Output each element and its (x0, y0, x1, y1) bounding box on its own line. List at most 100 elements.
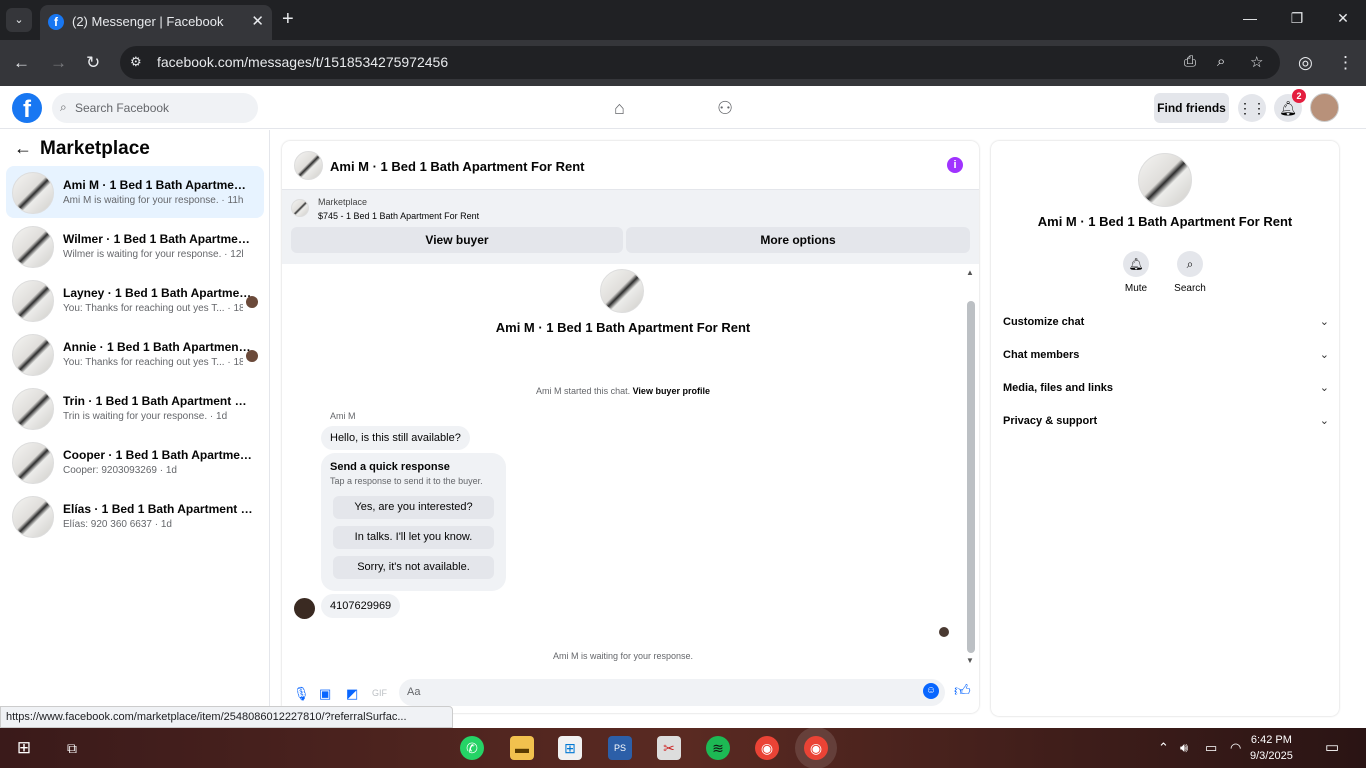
conversation-item[interactable]: Annie · 1 Bed 1 Bath Apartment ... You: T… (6, 328, 264, 380)
message-bubble[interactable]: Hello, is this still available? (321, 426, 470, 450)
close-tab-icon[interactable]: ✕ (251, 12, 264, 30)
new-tab-icon[interactable]: + (282, 8, 294, 30)
home-icon[interactable]: ⌂ (614, 98, 625, 119)
quick-response-in-talks-button[interactable]: In talks. I'll let you know. (333, 526, 494, 549)
battery-icon[interactable]: ▭ (1205, 740, 1217, 756)
chat-title[interactable]: Ami M · 1 Bed 1 Bath Apartment For Rent (330, 159, 584, 174)
message-placeholder: Aa (407, 686, 421, 698)
volume-icon[interactable]: 🔊︎ (1180, 740, 1188, 756)
chat-avatar[interactable] (294, 151, 323, 180)
message-bubble-phone[interactable]: 4107629969 (321, 594, 401, 618)
gif-icon[interactable]: GIF (372, 688, 387, 698)
spotify-icon[interactable]: ≋ (706, 736, 730, 760)
conversation-item[interactable]: Wilmer · 1 Bed 1 Bath Apartment F... Wilm… (6, 220, 264, 272)
bell-icon: 🔔︎ (1123, 251, 1149, 277)
conversation-item[interactable]: Elías · 1 Bed 1 Bath Apartment For ... El… (6, 490, 264, 542)
listing-thumbnail[interactable] (291, 199, 309, 217)
sender-name: Ami M (330, 411, 356, 421)
attach-image-icon[interactable]: ▣ (319, 686, 331, 702)
customize-chat-label: Customize chat (1003, 316, 1085, 328)
message-input[interactable]: Aa ☺ (399, 679, 945, 706)
customize-chat-row[interactable]: Customize chat ⌄ (1003, 307, 1329, 340)
sender-avatar[interactable] (294, 598, 315, 619)
window-close-icon[interactable]: ✕ (1331, 10, 1355, 27)
windows-start-icon[interactable]: ⊞ (12, 736, 36, 760)
browser-tab[interactable]: f (2) Messenger | Facebook ✕ (40, 5, 272, 40)
reload-icon[interactable]: ↻ (86, 53, 100, 73)
install-app-icon[interactable]: ⎙ (1184, 53, 1196, 70)
tray-overflow-icon[interactable]: ⌃ (1158, 740, 1169, 756)
facebook-logo-icon[interactable]: f (12, 93, 42, 123)
profile-icon[interactable]: ◎ (1298, 53, 1313, 73)
chevron-down-icon: ⌄ (1319, 316, 1329, 328)
thumbs-up-icon[interactable]: 👍︎ (954, 682, 971, 701)
conversation-item[interactable]: Trin · 1 Bed 1 Bath Apartment For R... Tr… (6, 382, 264, 434)
conversation-item[interactable]: Ami M · 1 Bed 1 Bath Apartment F... Ami M… (6, 166, 264, 218)
chrome-icon[interactable]: ◉ (755, 736, 779, 760)
quick-response-card: Send a quick response Tap a response to … (321, 453, 506, 591)
microphone-icon[interactable]: 🎙︎ (293, 686, 310, 702)
search-placeholder: Search Facebook (75, 101, 170, 115)
back-icon[interactable]: ← (13, 53, 30, 73)
more-options-button[interactable]: More options (626, 227, 970, 253)
chevron-down-icon: ⌄ (1319, 415, 1329, 427)
conversation-preview: Wilmer is waiting for your response. · 1… (63, 249, 243, 260)
conversation-info-icon[interactable]: i (947, 157, 963, 173)
conversation-avatar (600, 269, 644, 313)
chrome-active-icon[interactable]: ◉ (804, 736, 828, 760)
emoji-icon[interactable]: ☺ (923, 683, 939, 699)
search-conversation-button[interactable]: ⌕ Search (1170, 251, 1210, 294)
microsoft-store-icon[interactable]: ⊞ (558, 736, 582, 760)
photoshop-icon[interactable]: PS (608, 736, 632, 760)
account-avatar[interactable] (1310, 93, 1339, 122)
whatsapp-icon[interactable]: ✆ (460, 736, 484, 760)
zoom-icon[interactable]: ⌕ (1217, 53, 1225, 70)
conversation-item[interactable]: Layney · 1 Bed 1 Bath Apartment... You: T… (6, 274, 264, 326)
chrome-menu-icon[interactable]: ⋮ (1337, 53, 1354, 73)
url-text[interactable]: facebook.com/messages/t/1518534275972456 (157, 54, 448, 70)
search-facebook-input[interactable]: ⌕ Search Facebook (52, 93, 258, 123)
sticker-icon[interactable]: ◩ (346, 686, 358, 702)
listing-title[interactable]: $745 - 1 Bed 1 Bath Apartment For Rent (318, 211, 479, 221)
view-buyer-profile-link[interactable]: View buyer profile (633, 386, 710, 396)
minimize-icon[interactable]: — (1238, 10, 1262, 26)
wifi-icon[interactable]: ◠ (1230, 740, 1241, 756)
omnibox[interactable]: ⚙ facebook.com/messages/t/15185342759724… (120, 46, 1280, 79)
privacy-support-row[interactable]: Privacy & support ⌄ (1003, 406, 1329, 439)
conversation-item[interactable]: Cooper · 1 Bed 1 Bath Apartment F... Coop… (6, 436, 264, 488)
friends-icon[interactable]: ⚇ (717, 98, 733, 119)
forward-icon[interactable]: → (50, 53, 67, 73)
tab-search-dropdown-icon[interactable]: ⌄ (6, 8, 32, 32)
read-receipt-avatar (246, 350, 258, 362)
view-buyer-button[interactable]: View buyer (291, 227, 623, 253)
media-files-links-row[interactable]: Media, files and links ⌄ (1003, 373, 1329, 406)
system-clock[interactable]: 6:42 PM 9/3/2025 (1250, 732, 1293, 764)
scroll-down-icon[interactable]: ▼ (966, 656, 974, 665)
sidebar-header: ← Marketplace (14, 138, 150, 160)
thread-scrollbar[interactable]: ▲ ▼ (966, 266, 976, 666)
scrollbar-thumb[interactable] (967, 301, 975, 653)
conversation-thumbnail (12, 442, 54, 484)
quick-response-title: Send a quick response (330, 461, 450, 473)
scroll-up-icon[interactable]: ▲ (966, 268, 974, 277)
menu-grid-icon[interactable]: ⋮⋮ (1238, 94, 1266, 122)
conversation-preview: Ami M is waiting for your response. · 11… (63, 195, 243, 206)
task-view-icon[interactable]: ⧉ (60, 736, 84, 760)
notification-center-icon[interactable]: ▭ (1325, 738, 1339, 756)
find-friends-button[interactable]: Find friends (1154, 93, 1229, 123)
quick-response-sorry-button[interactable]: Sorry, it's not available. (333, 556, 494, 579)
restore-icon[interactable]: ❐ (1285, 10, 1309, 27)
bookmark-star-icon[interactable]: ☆ (1250, 53, 1263, 71)
conversation-info-panel: Ami M · 1 Bed 1 Bath Apartment For Rent … (991, 141, 1339, 716)
snipping-tool-icon[interactable]: ✂ (657, 736, 681, 760)
quick-response-yes-button[interactable]: Yes, are you interested? (333, 496, 494, 519)
chat-started-text: Ami M started this chat. (536, 386, 631, 396)
info-avatar (1138, 153, 1192, 207)
chat-members-row[interactable]: Chat members ⌄ (1003, 340, 1329, 373)
seen-receipt-avatar (939, 627, 949, 637)
site-info-icon[interactable]: ⚙ (130, 54, 142, 70)
conversation-name: Cooper · 1 Bed 1 Bath Apartment F... (63, 448, 253, 462)
back-arrow-icon[interactable]: ← (14, 138, 32, 158)
mute-button[interactable]: 🔔︎ Mute (1116, 251, 1156, 294)
file-explorer-icon[interactable]: ▬ (510, 736, 534, 760)
